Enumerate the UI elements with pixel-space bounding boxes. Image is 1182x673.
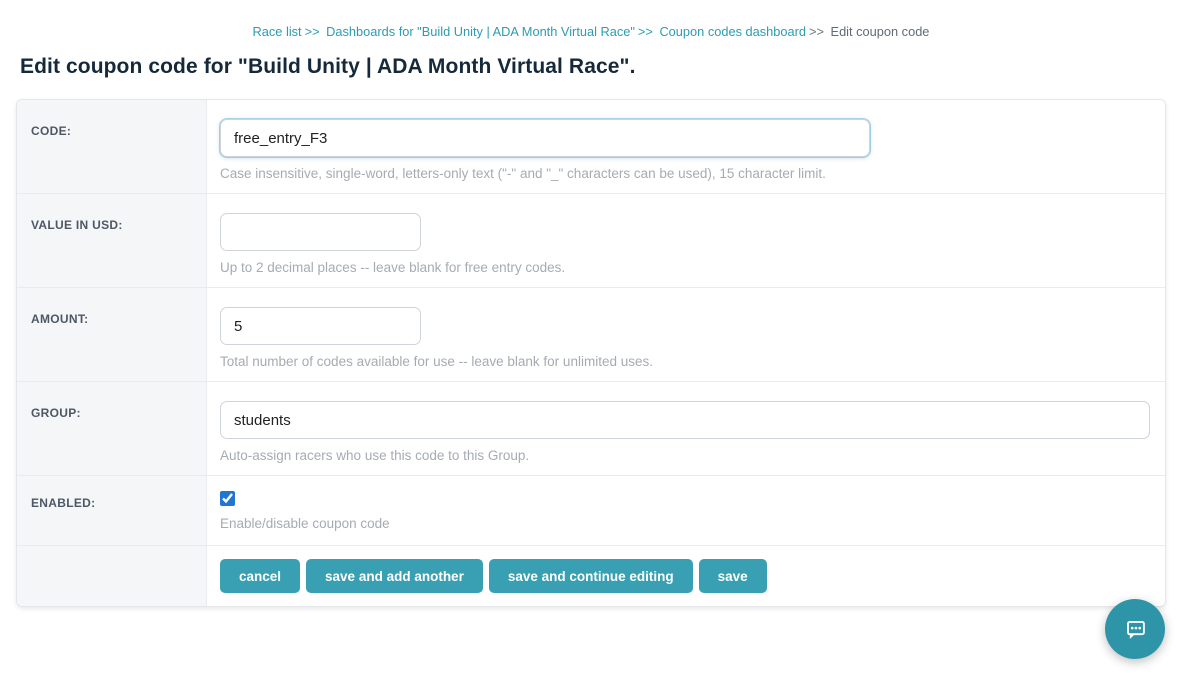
group-help-text: Auto-assign racers who use this code to … xyxy=(220,448,1165,463)
form-row-value-in-usd: VALUE IN USD: Up to 2 decimal places -- … xyxy=(17,193,1165,287)
amount-help-text: Total number of codes available for use … xyxy=(220,354,1165,369)
breadcrumb-link-race-list[interactable]: Race list xyxy=(253,24,302,39)
enabled-label: ENABLED: xyxy=(31,496,95,510)
save-button[interactable]: save xyxy=(699,559,767,593)
breadcrumb-link-coupon-codes-dashboard[interactable]: Coupon codes dashboard xyxy=(659,24,806,39)
save-and-continue-editing-button[interactable]: save and continue editing xyxy=(489,559,693,593)
form-row-enabled: ENABLED: Enable/disable coupon code xyxy=(17,475,1165,545)
value-in-usd-input[interactable] xyxy=(220,213,421,251)
breadcrumb-separator: >> xyxy=(305,24,320,39)
cancel-button[interactable]: cancel xyxy=(220,559,300,593)
breadcrumb-separator: >> xyxy=(638,24,653,39)
form-row-code: CODE: Case insensitive, single-word, let… xyxy=(17,100,1165,193)
group-label: GROUP: xyxy=(31,406,81,420)
chat-fab-button[interactable] xyxy=(1105,599,1165,659)
breadcrumb-current-edit-coupon-code: Edit coupon code xyxy=(831,24,930,39)
amount-input[interactable] xyxy=(220,307,421,345)
form-row-amount: AMOUNT: Total number of codes available … xyxy=(17,287,1165,381)
code-label: CODE: xyxy=(31,124,71,138)
code-input[interactable] xyxy=(220,119,870,157)
code-help-text: Case insensitive, single-word, letters-o… xyxy=(220,166,1165,181)
amount-label: AMOUNT: xyxy=(31,312,88,326)
value-in-usd-help-text: Up to 2 decimal places -- leave blank fo… xyxy=(220,260,1165,275)
chat-bubble-icon xyxy=(1120,614,1150,644)
enabled-checkbox[interactable] xyxy=(220,491,235,506)
breadcrumb-link-dashboards[interactable]: Dashboards for "Build Unity | ADA Month … xyxy=(326,24,635,39)
form-row-buttons: cancel save and add another save and con… xyxy=(17,545,1165,606)
form-row-group: GROUP: Auto-assign racers who use this c… xyxy=(17,381,1165,475)
page-title: Edit coupon code for "Build Unity | ADA … xyxy=(20,55,1182,79)
form-button-group: cancel save and add another save and con… xyxy=(220,559,1165,593)
value-in-usd-label: VALUE IN USD: xyxy=(31,218,123,232)
breadcrumb-separator: >> xyxy=(809,24,824,39)
enabled-help-text: Enable/disable coupon code xyxy=(220,516,1165,531)
group-input[interactable] xyxy=(220,401,1150,439)
save-and-add-another-button[interactable]: save and add another xyxy=(306,559,483,593)
breadcrumb: Race list>> Dashboards for "Build Unity … xyxy=(0,0,1182,39)
coupon-code-form: CODE: Case insensitive, single-word, let… xyxy=(16,99,1166,607)
